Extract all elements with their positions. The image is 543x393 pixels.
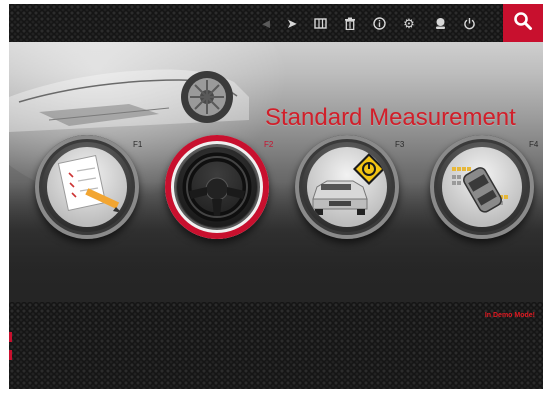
app-window: ◄ ➤ ⚙ Standard Measurement F1 F2 F3 F4 I…	[9, 4, 543, 389]
tile-steering-wheel[interactable]	[165, 135, 269, 239]
demo-mode-label: In Demo Mode!	[484, 312, 535, 319]
map-icon[interactable]	[312, 15, 328, 31]
power-icon[interactable]	[461, 15, 477, 31]
checklist-pencil-icon	[57, 154, 122, 213]
forward-arrow-icon[interactable]: ➤	[284, 15, 300, 31]
back-arrow-icon[interactable]: ◄	[258, 15, 274, 31]
tile-key-label: F1	[133, 140, 143, 149]
status-area: In Demo Mode!	[9, 302, 543, 389]
trash-icon[interactable]	[342, 15, 358, 31]
page-title: Standard Measurement	[265, 104, 516, 131]
tile-car-alignment[interactable]	[430, 135, 534, 239]
search-button[interactable]	[503, 4, 543, 42]
edge-indicator	[9, 350, 12, 360]
tile-key-label: F4	[529, 140, 539, 149]
top-toolbar: ◄ ➤ ⚙	[9, 4, 543, 42]
profile-icon[interactable]	[432, 15, 448, 31]
tile-key-label: F2	[264, 140, 274, 149]
car-with-sign-icon	[312, 153, 385, 215]
search-icon	[513, 11, 533, 36]
tile-checklist[interactable]	[35, 135, 139, 239]
info-icon[interactable]	[371, 15, 387, 31]
main-banner: Standard Measurement F1 F2 F3 F4	[9, 42, 543, 302]
settings-gear-icon[interactable]: ⚙	[401, 15, 417, 31]
car-alignment-icon	[452, 167, 508, 213]
tile-car-sign[interactable]	[295, 135, 399, 239]
steering-wheel-icon	[182, 152, 252, 222]
edge-indicator	[9, 332, 12, 342]
tile-key-label: F3	[395, 140, 405, 149]
